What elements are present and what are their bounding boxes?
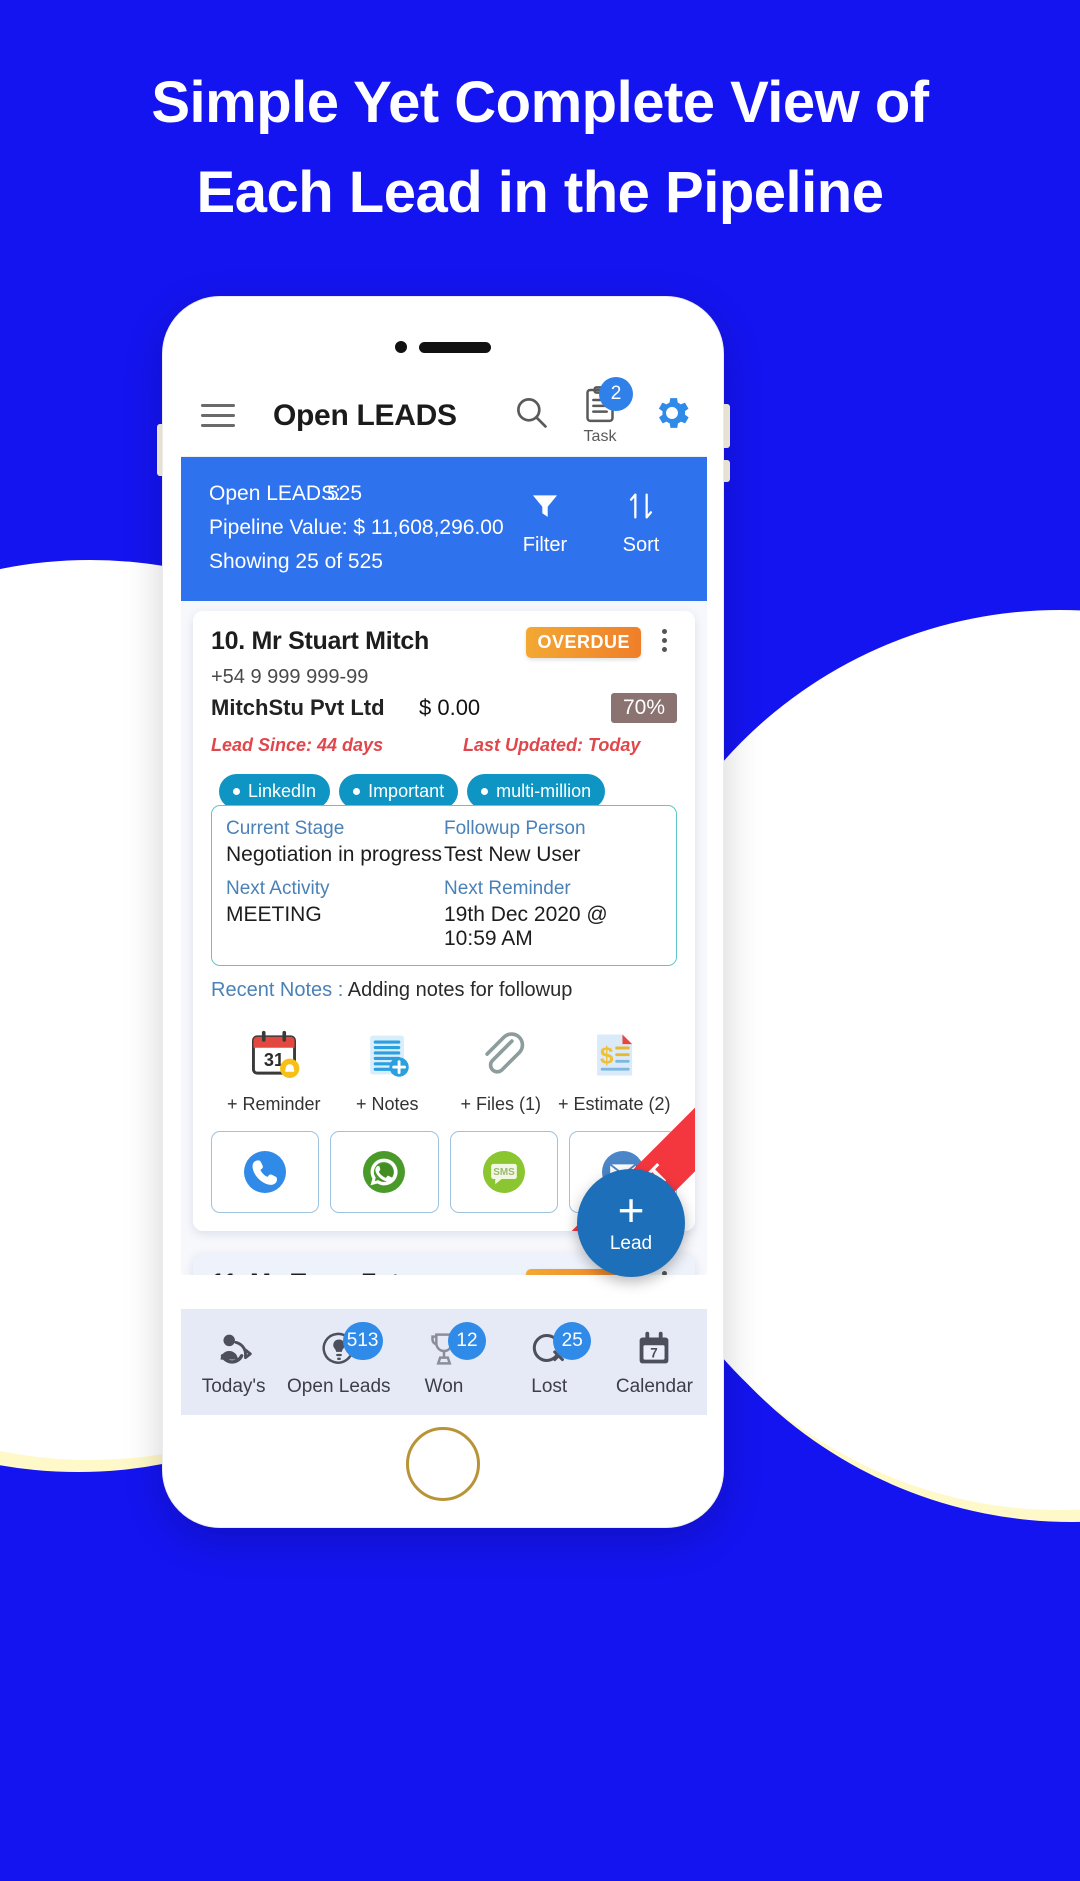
- add-notes-label: + Notes: [355, 1094, 419, 1115]
- sms-button[interactable]: SMS: [449, 1131, 558, 1214]
- lead-phone: +54 9 999 999-99: [211, 666, 369, 689]
- nav-badge-won: 12: [448, 1322, 486, 1360]
- headline-line-1: Simple Yet Complete View of: [151, 70, 929, 135]
- nav-badge-lost: 25: [553, 1322, 592, 1360]
- estimate-invoice-icon: $: [597, 1034, 633, 1076]
- current-stage-label: Current Stage: [226, 818, 345, 840]
- lead-tags: LinkedIn Important multi-million: [211, 774, 677, 810]
- svg-text:$: $: [600, 1043, 614, 1070]
- nav-label-todays: Today's: [201, 1376, 266, 1397]
- phone-earpiece: [419, 341, 491, 353]
- task-label: Task: [583, 428, 617, 445]
- lead-company: MitchStu Pvt Ltd: [211, 695, 385, 721]
- current-stage-value: Negotiation in progress: [226, 843, 442, 867]
- page-title: Open LEADS: [273, 398, 457, 432]
- phone-mockup: Open LEADS Task 2 Open LEADS:525 Pipelin…: [162, 296, 724, 1528]
- showing-count: Showing 25 of 525: [209, 550, 383, 574]
- sort-label: Sort: [622, 534, 660, 556]
- tag-chip[interactable]: multi-million: [467, 774, 606, 810]
- phone-camera-dot: [395, 341, 407, 353]
- nav-badge-open-leads: 513: [342, 1322, 383, 1360]
- nav-label-won: Won: [424, 1376, 464, 1397]
- add-files-button[interactable]: + Files (1): [444, 1026, 558, 1115]
- kebab-menu-icon[interactable]: [651, 627, 677, 656]
- sort-button[interactable]: Sort: [609, 489, 673, 557]
- search-icon[interactable]: [513, 394, 551, 437]
- paperclip-files-icon: [485, 1032, 524, 1074]
- app-screen: Open LEADS Task 2 Open LEADS:525 Pipelin…: [181, 375, 707, 1415]
- whatsapp-icon: [363, 1151, 406, 1194]
- next-activity-label: Next Activity: [226, 878, 330, 900]
- nav-item-calendar[interactable]: 7 Calendar: [602, 1326, 707, 1398]
- phone-home-button: [406, 1427, 480, 1501]
- add-estimate-label: + Estimate (2): [557, 1094, 671, 1115]
- whatsapp-button[interactable]: [330, 1131, 439, 1214]
- filter-button[interactable]: Filter: [513, 489, 577, 557]
- bottom-navigation: Today's 513 Open Leads 12 Won 25 Lost 7 …: [181, 1309, 707, 1415]
- lead-quick-actions: 31 + Reminder + Notes + Files (1) $ + Es…: [211, 1026, 677, 1115]
- nav-label-lost: Lost: [531, 1376, 568, 1397]
- call-button[interactable]: [211, 1131, 320, 1214]
- tag-chip[interactable]: Important: [339, 774, 459, 810]
- notes-add-icon: [370, 1035, 409, 1077]
- lead-name: 10. Mr Stuart Mitch: [211, 627, 429, 656]
- sms-icon: SMS: [482, 1151, 525, 1194]
- app-bar: Open LEADS Task 2: [181, 375, 707, 457]
- open-leads-value: 525: [327, 482, 363, 505]
- add-lead-fab[interactable]: + Lead: [577, 1169, 685, 1277]
- recent-notes-value: Adding notes for followup: [347, 979, 573, 1002]
- filter-funnel-icon: [532, 495, 558, 517]
- fab-label: Lead: [609, 1233, 653, 1254]
- task-badge: 2: [599, 377, 633, 411]
- nav-label-calendar: Calendar: [615, 1376, 693, 1397]
- summary-strip: Open LEADS:525 Pipeline Value: $ 11,608,…: [181, 457, 707, 602]
- sort-arrows-icon: [629, 493, 653, 519]
- lead-percent: 70%: [610, 693, 677, 724]
- status-badge: OVERDUE: [526, 627, 641, 659]
- svg-text:7: 7: [651, 1346, 658, 1361]
- calendar-icon: 7: [640, 1331, 669, 1364]
- hamburger-icon[interactable]: [201, 404, 235, 427]
- lead-name: 11. Ms Toma Zutc: [211, 1269, 526, 1275]
- calendar-reminder-icon: 31: [251, 1030, 300, 1079]
- followup-person-value: Test New User: [444, 843, 581, 867]
- next-activity-value: MEETING: [226, 903, 322, 927]
- filter-label: Filter: [522, 534, 568, 556]
- nav-item-lost[interactable]: 25 Lost: [497, 1322, 602, 1398]
- svg-text:SMS: SMS: [493, 1167, 515, 1178]
- nav-item-open-leads[interactable]: 513 Open Leads: [286, 1322, 391, 1398]
- recent-notes: Recent Notes : Adding notes for followup: [211, 979, 677, 1002]
- nav-item-todays[interactable]: Today's: [181, 1326, 286, 1398]
- lead-card[interactable]: 10. Mr Stuart Mitch OVERDUE +54 9 999 99…: [193, 611, 695, 1232]
- open-leads-label: Open LEADS:: [209, 482, 341, 505]
- nav-item-won[interactable]: 12 Won: [391, 1322, 496, 1398]
- next-reminder-label: Next Reminder: [444, 878, 571, 900]
- todays-person-icon: [220, 1334, 252, 1364]
- add-files-label: + Files (1): [460, 1094, 542, 1115]
- followup-person-label: Followup Person: [444, 818, 586, 840]
- lead-amount: $ 0.00: [419, 695, 481, 721]
- task-button[interactable]: Task 2: [571, 377, 633, 446]
- phone-call-icon: [244, 1151, 287, 1194]
- add-reminder-label: + Reminder: [226, 1094, 321, 1115]
- tag-chip[interactable]: LinkedIn: [219, 774, 331, 810]
- nav-label-open-leads: Open Leads: [287, 1376, 391, 1397]
- add-reminder-button[interactable]: 31 + Reminder: [217, 1026, 331, 1115]
- add-estimate-button[interactable]: $ + Estimate (2): [558, 1026, 672, 1115]
- phone-speaker: [395, 341, 491, 353]
- open-leads-row: Open LEADS:525: [209, 477, 513, 511]
- fab-plus-icon: +: [617, 1184, 645, 1236]
- pipeline-label: Pipeline Value:: [209, 516, 348, 540]
- lead-since: Lead Since: 44 days: [211, 735, 384, 756]
- gear-icon[interactable]: [651, 392, 693, 439]
- headline-line-2: Each Lead in the Pipeline: [196, 159, 884, 225]
- lead-stage-box: Current Stage Negotiation in progress Ne…: [211, 805, 677, 967]
- next-reminder-value: 19th Dec 2020 @ 10:59 AM: [444, 903, 608, 951]
- recent-notes-label: Recent Notes :: [211, 979, 344, 1002]
- lead-last-updated: Last Updated: Today: [463, 735, 641, 756]
- pipeline-value: $ 11,608,296.00: [353, 516, 504, 540]
- pipeline-row: Pipeline Value: $ 11,608,296.00: [209, 511, 513, 545]
- add-notes-button[interactable]: + Notes: [331, 1026, 445, 1115]
- promo-headline: Simple Yet Complete View of Each Lead in…: [0, 58, 1080, 238]
